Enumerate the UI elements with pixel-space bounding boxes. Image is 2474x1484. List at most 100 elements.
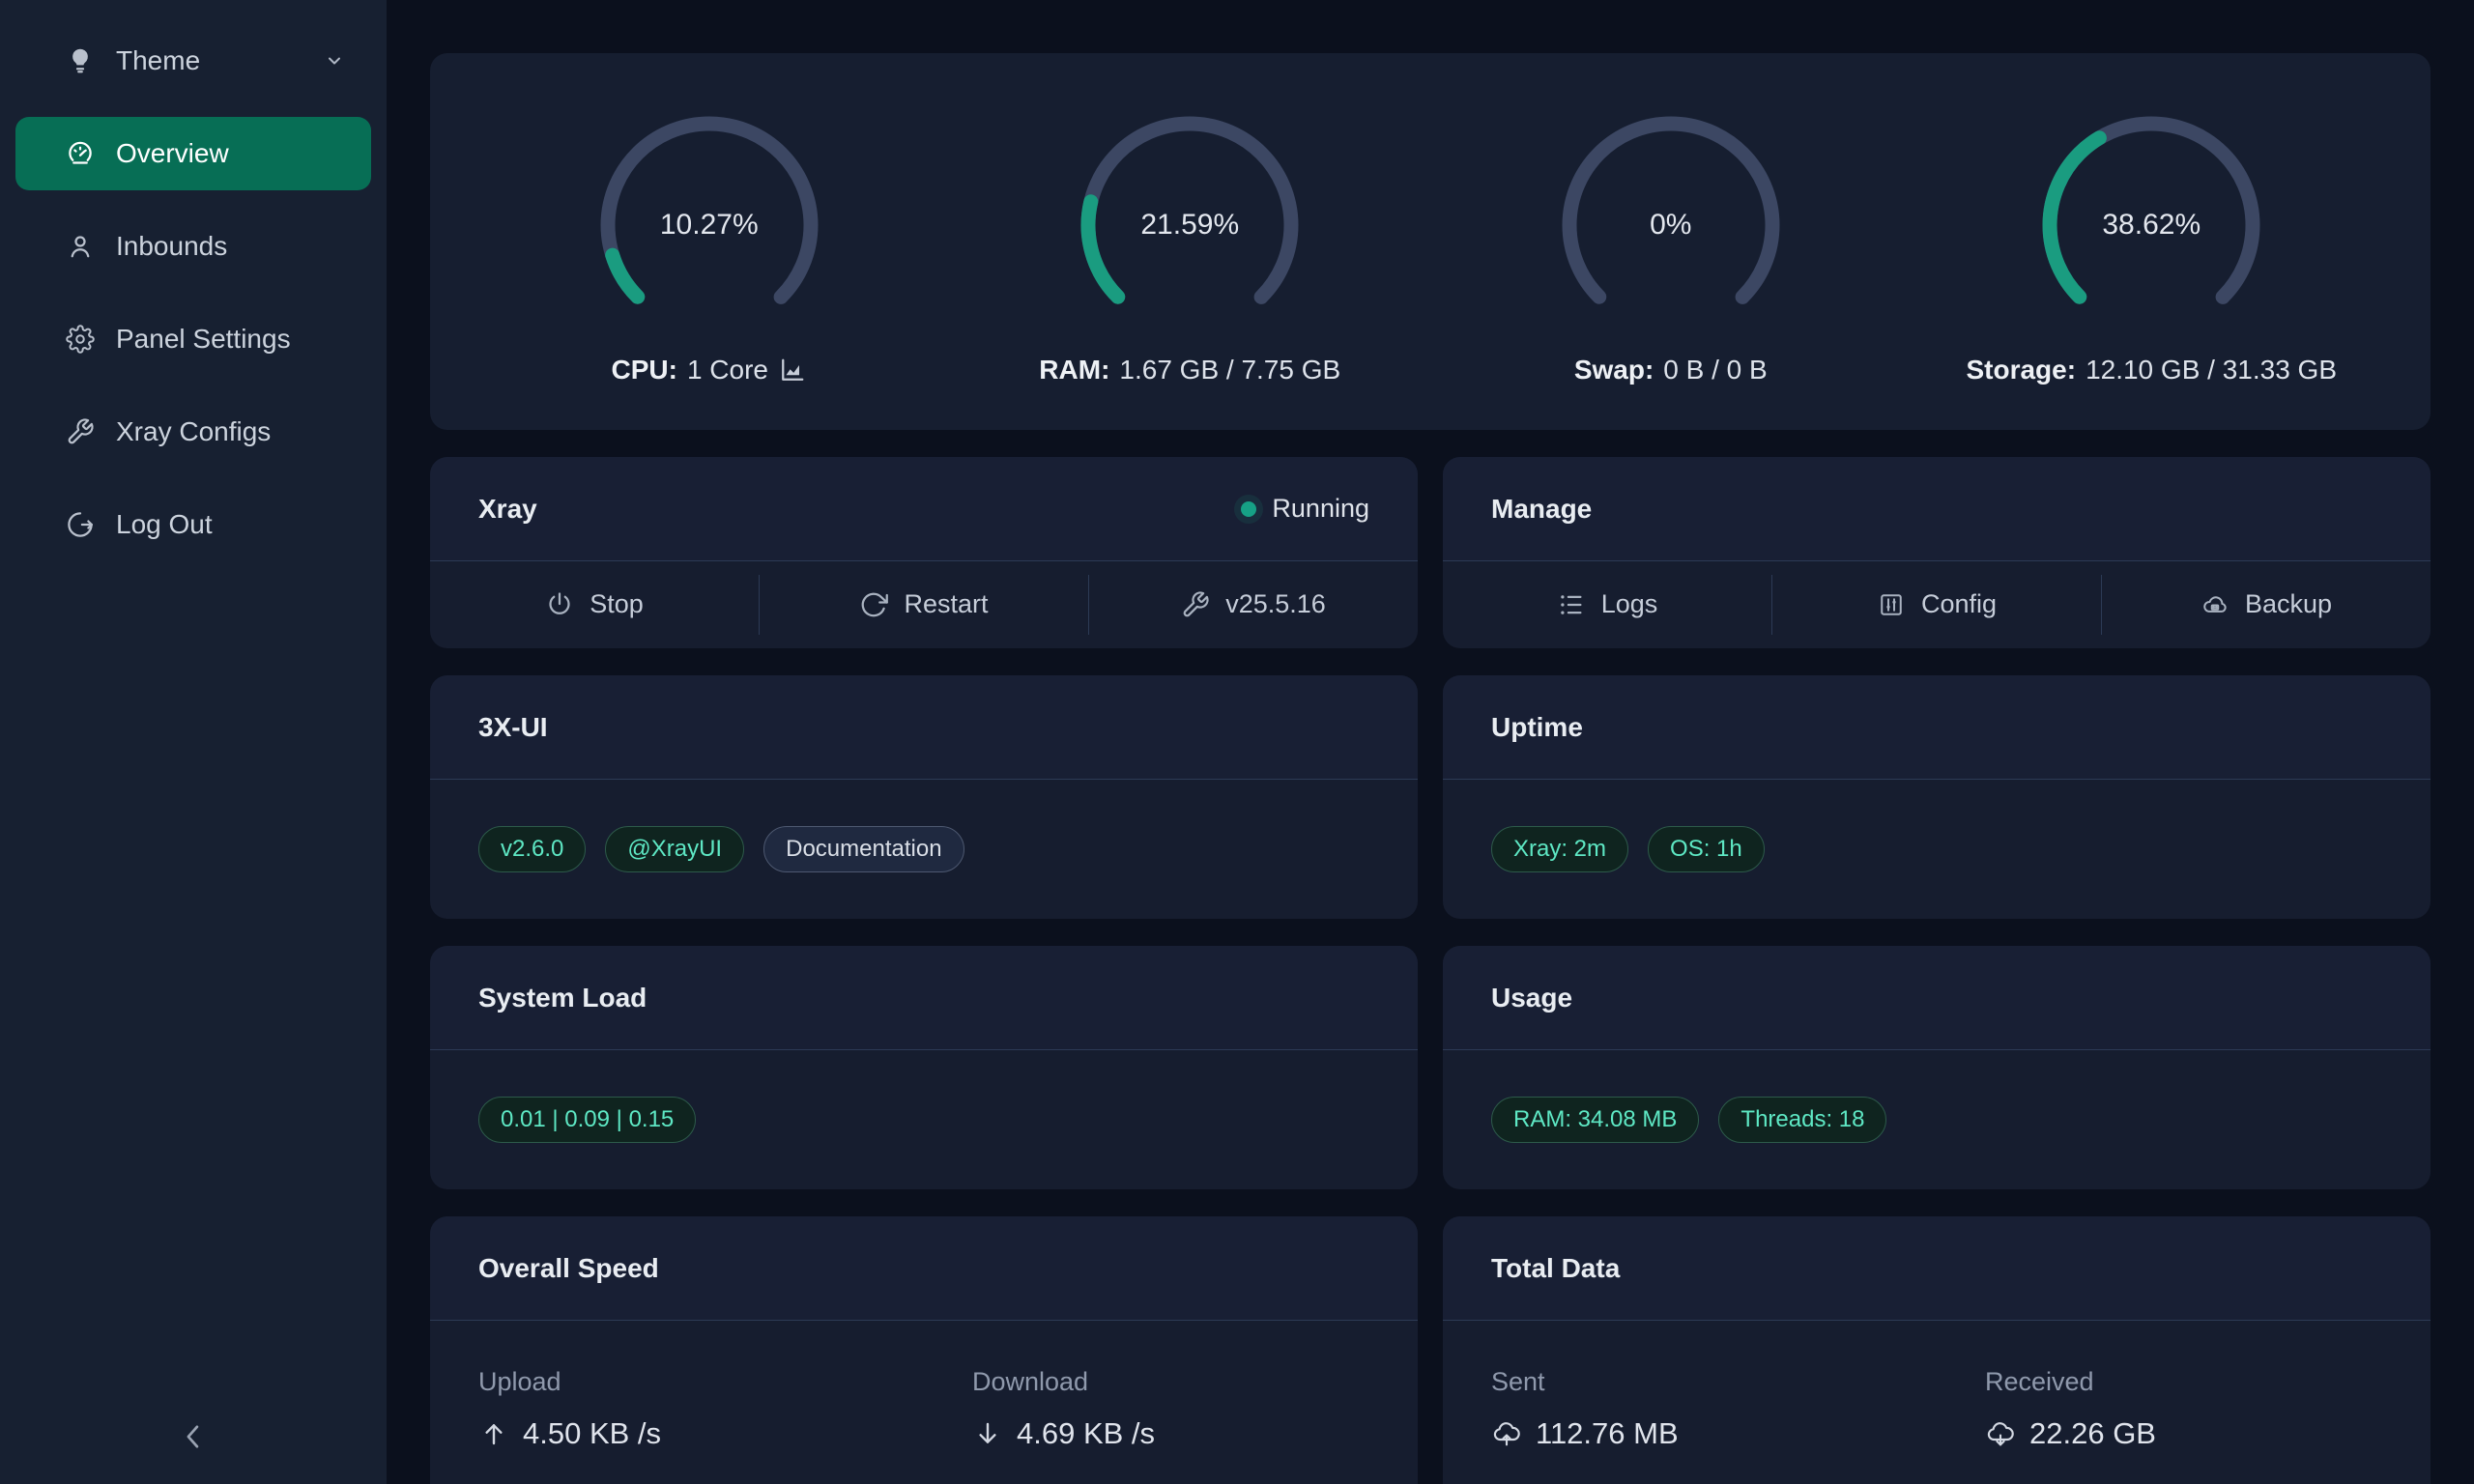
system-load-card-header: System Load [430,946,1418,1050]
overall-speed-card: Overall Speed Upload 4.50 KB /s [430,1216,1418,1484]
app-root: Theme Overview [0,0,2474,1484]
backup-button[interactable]: Backup [2102,561,2431,647]
gauge-label-prefix: Storage: [1966,355,2076,385]
card-title: Uptime [1491,712,1583,743]
status-label: Running [1272,494,1369,524]
os-uptime-tag: OS: 1h [1648,826,1765,872]
card-title: Overall Speed [478,1253,659,1284]
usage-card-header: Usage [1443,946,2431,1050]
gauge-label-prefix: CPU: [612,355,677,385]
stop-button-label: Stop [590,589,644,619]
sidebar-item-xray-configs[interactable]: Xray Configs [15,395,371,469]
backup-button-label: Backup [2245,589,2332,619]
rotate-cw-icon [859,590,888,619]
sidebar-item-label: Theme [116,45,323,76]
xray-uptime-tag: Xray: 2m [1491,826,1628,872]
uptime-card: Uptime Xray: 2m OS: 1h [1443,675,2431,919]
threads-tag: Threads: 18 [1718,1097,1886,1143]
arrow-down-icon [972,1418,1003,1449]
gauge-label-text: 0 B / 0 B [1663,355,1767,385]
sidebar-item-overview[interactable]: Overview [15,117,371,190]
cloud-upload-icon [1491,1418,1522,1449]
sidebar-item-label: Overview [116,138,346,169]
upload-stat: Upload 4.50 KB /s [430,1367,924,1451]
logs-button[interactable]: Logs [1443,561,1771,647]
uptime-tags: Xray: 2m OS: 1h [1443,780,2431,918]
speedometer-icon [66,139,95,168]
version-tag[interactable]: v2.6.0 [478,826,586,872]
sidebar-collapse-button[interactable] [0,1419,387,1459]
download-value-text: 4.69 KB /s [1017,1416,1155,1451]
sliders-icon [1877,590,1906,619]
download-value: 4.69 KB /s [972,1416,1418,1451]
config-button-label: Config [1921,589,1997,619]
upload-value-text: 4.50 KB /s [523,1416,661,1451]
xray-actions: Stop Restart [430,561,1418,647]
area-chart-icon[interactable] [778,356,807,385]
sidebar-item-panel-settings[interactable]: Panel Settings [15,302,371,376]
total-data-card-header: Total Data [1443,1216,2431,1321]
sidebar-item-theme[interactable]: Theme [15,24,371,98]
total-data-body: Sent 112.76 MB Received [1443,1321,2431,1451]
cloud-save-icon [2201,590,2229,619]
total-data-card: Total Data Sent 112.76 MB [1443,1216,2431,1484]
overall-speed-body: Upload 4.50 KB /s Download [430,1321,1418,1451]
sidebar-item-label: Xray Configs [116,416,346,447]
gauge-cpu-label: CPU: 1 Core [612,355,808,385]
card-title: 3X-UI [478,712,548,743]
main-content: 10.27% CPU: 1 Core [387,0,2474,1484]
system-load-tags: 0.01 | 0.09 | 0.15 [430,1050,1418,1188]
gauge-ram-label: RAM: 1.67 GB / 7.75 GB [1039,355,1340,385]
xray-version-label: v25.5.16 [1225,589,1326,619]
restart-button-label: Restart [904,589,988,619]
gauge-ram-value: 21.59% [1074,109,1306,341]
gauge-cpu: 10.27% CPU: 1 Core [469,109,950,430]
logs-button-label: Logs [1601,589,1658,619]
sent-value-text: 112.76 MB [1536,1416,1679,1451]
documentation-link-tag[interactable]: Documentation [763,826,964,872]
card-title: Total Data [1491,1253,1620,1284]
sidebar-item-inbounds[interactable]: Inbounds [15,210,371,283]
xrayui-link-tag[interactable]: @XrayUI [605,826,744,872]
uptime-card-header: Uptime [1443,675,2431,780]
xray-card-header: Xray Running [430,457,1418,561]
gear-icon [66,325,95,354]
load-average-tag: 0.01 | 0.09 | 0.15 [478,1097,696,1143]
wrench-icon [1181,590,1210,619]
xray-status: Running [1241,494,1369,524]
received-value: 22.26 GB [1985,1416,2431,1451]
gauge-label-prefix: Swap: [1574,355,1654,385]
sent-value: 112.76 MB [1491,1416,1937,1451]
gauge-storage-value: 38.62% [2035,109,2267,341]
power-icon [545,590,574,619]
sent-stat: Sent 112.76 MB [1443,1367,1937,1451]
logout-icon [66,510,95,539]
sidebar-item-label: Inbounds [116,231,346,262]
ram-usage-tag: RAM: 34.08 MB [1491,1097,1699,1143]
manage-card-header: Manage [1443,457,2431,561]
gauge-label-text: 12.10 GB / 31.33 GB [2086,355,2337,385]
list-icon [1557,590,1586,619]
sidebar-item-label: Panel Settings [116,324,346,355]
restart-button[interactable]: Restart [760,561,1088,647]
received-label: Received [1985,1367,2431,1397]
download-stat: Download 4.69 KB /s [924,1367,1418,1451]
gauge-storage: 38.62% Storage: 12.10 GB / 31.33 GB [1912,109,2393,430]
gauge-ram: 21.59% RAM: 1.67 GB / 7.75 GB [950,109,1431,430]
cards-grid: Xray Running Stop [430,457,2431,1484]
gauge-cpu-value: 10.27% [593,109,825,341]
chevron-left-icon [176,1419,211,1459]
download-label: Download [972,1367,1418,1397]
received-stat: Received 22.26 GB [1937,1367,2431,1451]
system-stats-card: 10.27% CPU: 1 Core [430,53,2431,430]
gauge-storage-label: Storage: 12.10 GB / 31.33 GB [1966,355,2337,385]
xray-card: Xray Running Stop [430,457,1418,648]
sidebar-item-label: Log Out [116,509,346,540]
cloud-download-icon [1985,1418,2016,1449]
xui-tags: v2.6.0 @XrayUI Documentation [430,780,1418,918]
config-button[interactable]: Config [1772,561,2101,647]
xray-version-button[interactable]: v25.5.16 [1089,561,1418,647]
gauge-swap: 0% Swap: 0 B / 0 B [1430,109,1912,430]
sidebar-item-log-out[interactable]: Log Out [15,488,371,561]
stop-button[interactable]: Stop [430,561,759,647]
